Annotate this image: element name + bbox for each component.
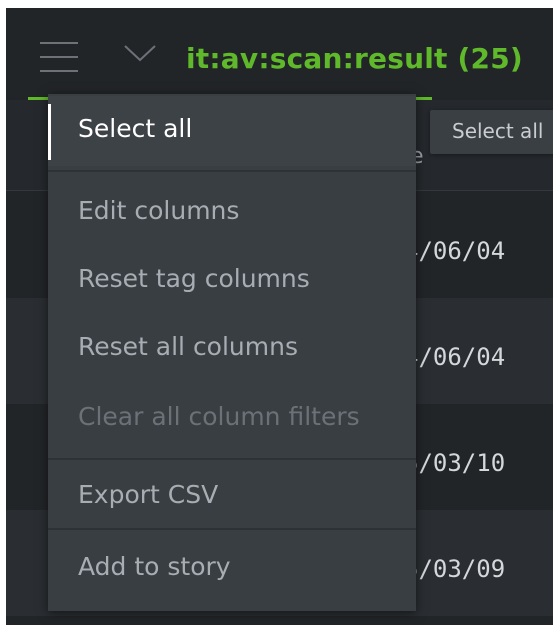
menu-item-label: Clear all column filters [78, 402, 360, 431]
date-cell: 5/03/09 [404, 555, 506, 583]
menu-item-label: Add to story [78, 552, 231, 581]
menu-item-edit-columns[interactable]: Edit columns [48, 178, 416, 248]
app-window: it:av:scan:result (25) ne 4/06/04 4/06/0… [6, 8, 553, 625]
menu-item-label: Reset all columns [78, 332, 298, 361]
menu-item-export-csv[interactable]: Export CSV [48, 462, 416, 532]
hamburger-icon[interactable] [40, 42, 78, 72]
tooltip-text: Select all [452, 119, 544, 143]
menu-item-add-to-story[interactable]: Add to story [48, 534, 416, 604]
date-cell: 5/03/10 [404, 449, 506, 477]
menu-divider [48, 528, 416, 530]
menu-item-select-all[interactable]: Select all [48, 96, 416, 166]
page-title: it:av:scan:result (25) [186, 42, 523, 75]
menu-item-label: Edit columns [78, 196, 240, 225]
menu-divider [48, 458, 416, 460]
menu-item-label: Export CSV [78, 480, 219, 509]
menu-item-reset-all-columns[interactable]: Reset all columns [48, 314, 416, 384]
menu-item-reset-tag-columns[interactable]: Reset tag columns [48, 246, 416, 316]
menu-item-label: Reset tag columns [78, 264, 310, 293]
header: it:av:scan:result (25) [6, 8, 553, 96]
date-cell: 4/06/04 [404, 237, 506, 265]
context-menu: Select all Edit columns Reset tag column… [48, 94, 416, 611]
menu-item-label: Select all [78, 114, 193, 143]
date-cell: 4/06/04 [404, 343, 506, 371]
menu-item-clear-all-column-filters: Clear all column filters [48, 384, 416, 454]
tooltip: Select all [430, 110, 553, 154]
menu-divider [48, 170, 416, 172]
chevron-down-icon[interactable] [122, 42, 158, 64]
